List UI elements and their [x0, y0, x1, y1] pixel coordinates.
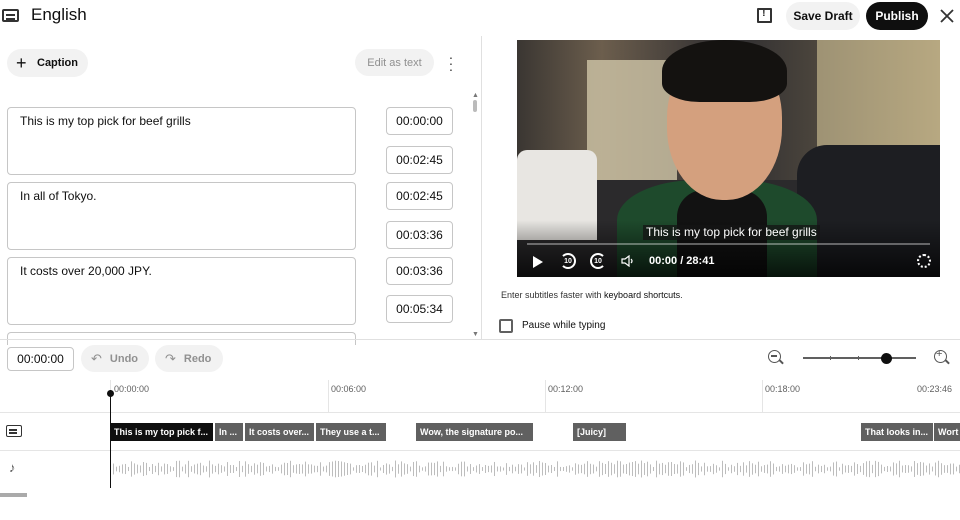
timeline-cue-block[interactable]: In ... [215, 423, 243, 441]
redo-button[interactable]: ↷ Redo [155, 345, 223, 372]
header: English Save Draft Publish [0, 0, 960, 36]
add-caption-label: Caption [37, 57, 78, 69]
forward-10-icon[interactable]: 10 [590, 253, 606, 269]
ruler-label: 00:00:00 [114, 384, 150, 394]
ruler-label: 00:06:00 [331, 384, 367, 394]
pause-while-typing-label: Pause while typing [522, 320, 606, 331]
publish-button[interactable]: Publish [866, 2, 928, 30]
undo-icon: ↶ [91, 350, 102, 366]
timeline-cue-block[interactable]: This is my top pick f... [110, 423, 213, 441]
ruler-label: 00:23:46 [917, 384, 953, 394]
zoom-slider[interactable] [803, 356, 916, 360]
more-vert-icon[interactable]: · · · [446, 50, 456, 76]
undo-button[interactable]: ↶ Undo [81, 345, 149, 372]
cue-end-time[interactable]: 00:03:36 [386, 221, 453, 249]
ruler-label: 00:12:00 [548, 384, 584, 394]
cue-start-time[interactable]: 00:00:00 [386, 107, 453, 135]
timeline-cue-block[interactable]: [Juicy] [573, 423, 626, 441]
audio-waveform [110, 460, 960, 478]
keyboard-hint: Enter subtitles faster with keyboard sho… [501, 290, 683, 300]
edit-as-text-button[interactable]: Edit as text [355, 49, 434, 76]
cue-start-time[interactable]: 00:02:45 [386, 182, 453, 210]
cue-text-field[interactable]: This is my top pick for beef grills [7, 107, 356, 175]
cue-end-time[interactable]: 00:02:45 [386, 146, 453, 174]
feedback-icon[interactable] [757, 7, 772, 23]
play-icon[interactable] [533, 256, 543, 268]
timeline-cue-block[interactable]: They use a t... [316, 423, 386, 441]
video-player[interactable]: This is my top pick for beef grills 10 1… [517, 40, 940, 277]
scroll-down-icon[interactable]: ▼ [472, 331, 479, 338]
close-icon[interactable] [937, 6, 957, 26]
timeline-cue-block[interactable]: That looks in... [861, 423, 933, 441]
video-subtitle: This is my top pick for beef grills [643, 225, 820, 240]
settings-icon[interactable] [917, 254, 931, 268]
music-note-icon: ♪ [9, 460, 16, 475]
cue-end-time[interactable]: 00:05:34 [386, 295, 453, 323]
timeline-ruler: 00:00:00 00:06:00 00:12:00 00:18:00 00:2… [0, 380, 960, 412]
volume-icon[interactable] [621, 255, 635, 267]
pause-while-typing-checkbox[interactable] [499, 319, 513, 333]
timeline-scrollbar[interactable] [0, 493, 27, 497]
cue-start-time[interactable]: 00:03:36 [386, 257, 453, 285]
timeline-cue-block[interactable]: Wort [934, 423, 960, 441]
plus-icon: + [16, 53, 27, 73]
add-caption-button[interactable]: + Caption [7, 49, 88, 77]
editor-scrollbar[interactable]: ▲ ▼ [472, 92, 479, 338]
video-progress-bar[interactable] [527, 243, 930, 245]
zoom-slider-handle[interactable] [881, 353, 892, 364]
cue-text-field[interactable]: It costs over 20,000 JPY. [7, 257, 356, 325]
section-divider [0, 339, 960, 340]
playhead-handle[interactable] [107, 390, 114, 397]
rewind-10-icon[interactable]: 10 [560, 253, 576, 269]
scroll-up-icon[interactable]: ▲ [472, 92, 479, 99]
timeline-cue-block[interactable]: Wow, the signature po... [416, 423, 533, 441]
zoom-in-icon[interactable] [934, 348, 947, 363]
panel-divider [481, 36, 482, 340]
ruler-label: 00:18:00 [765, 384, 801, 394]
playhead[interactable] [110, 390, 111, 488]
timeline-cue-block[interactable]: It costs over... [245, 423, 314, 441]
cue-text-field[interactable]: In all of Tokyo. [7, 182, 356, 250]
zoom-out-icon[interactable] [768, 350, 781, 363]
current-time-field[interactable]: 00:00:00 [7, 347, 74, 371]
subtitles-icon [2, 9, 19, 22]
scroll-thumb[interactable] [473, 100, 477, 112]
subtitle-track-icon [6, 425, 22, 437]
save-draft-button[interactable]: Save Draft [786, 2, 860, 30]
page-title: English [31, 5, 87, 24]
keyboard-shortcuts-link[interactable]: keyboard shortcuts [604, 290, 680, 300]
video-time: 00:00 / 28:41 [649, 255, 715, 267]
redo-icon: ↷ [165, 350, 176, 366]
